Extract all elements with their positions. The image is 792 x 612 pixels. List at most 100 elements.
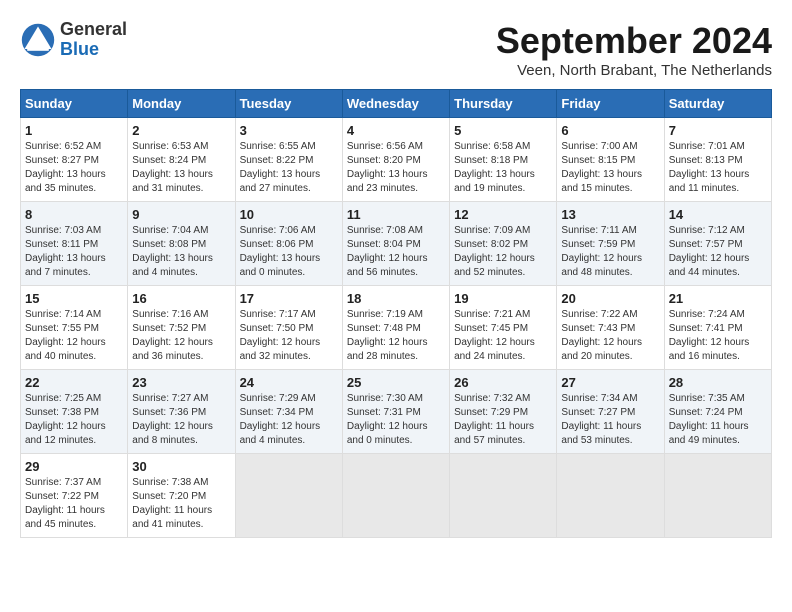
day-info: Sunrise: 7:37 AM Sunset: 7:22 PM Dayligh… (25, 476, 123, 532)
day-number: 21 (669, 291, 767, 306)
day-info: Sunrise: 7:25 AM Sunset: 7:38 PM Dayligh… (25, 392, 123, 448)
calendar-week-5: 29Sunrise: 7:37 AM Sunset: 7:22 PM Dayli… (21, 454, 772, 538)
day-info: Sunrise: 7:03 AM Sunset: 8:11 PM Dayligh… (25, 224, 123, 280)
day-number: 27 (561, 375, 659, 390)
calendar-cell: 12Sunrise: 7:09 AM Sunset: 8:02 PM Dayli… (450, 202, 557, 286)
day-number: 9 (132, 207, 230, 222)
day-number: 4 (347, 123, 445, 138)
day-info: Sunrise: 7:29 AM Sunset: 7:34 PM Dayligh… (240, 392, 338, 448)
weekday-tuesday: Tuesday (235, 90, 342, 118)
calendar-cell: 23Sunrise: 7:27 AM Sunset: 7:36 PM Dayli… (128, 370, 235, 454)
calendar-cell: 17 Sunrise: 7:17 AM Sunset: 7:50 PM Dayli… (235, 286, 342, 370)
weekday-thursday: Thursday (450, 90, 557, 118)
calendar-cell: 21 Sunrise: 7:24 AM Sunset: 7:41 PM Dayli… (664, 286, 771, 370)
day-info: Sunrise: 7:08 AM Sunset: 8:04 PM Dayligh… (347, 224, 445, 280)
title-area: September 2024 Veen, North Brabant, The … (496, 20, 772, 79)
month-year: September 2024 (496, 20, 772, 62)
day-number: 26 (454, 375, 552, 390)
day-info: Sunrise: 7:32 AM Sunset: 7:29 PM Dayligh… (454, 392, 552, 448)
day-number: 25 (347, 375, 445, 390)
calendar-cell: 27 Sunrise: 7:34 AM Sunset: 7:27 PM Dayli… (557, 370, 664, 454)
day-number: 11 (347, 207, 445, 222)
calendar-cell: 13 Sunrise: 7:11 AM Sunset: 7:59 PM Dayli… (557, 202, 664, 286)
day-info: Sunrise: 7:00 AM Sunset: 8:15 PM Dayligh… (561, 140, 659, 196)
calendar-cell: 20 Sunrise: 7:22 AM Sunset: 7:43 PM Dayli… (557, 286, 664, 370)
day-number: 24 (240, 375, 338, 390)
calendar-cell: 11 Sunrise: 7:08 AM Sunset: 8:04 PM Dayli… (342, 202, 449, 286)
day-info: Sunrise: 6:53 AM Sunset: 8:24 PM Dayligh… (132, 140, 230, 196)
day-number: 8 (25, 207, 123, 222)
calendar-cell: 4 Sunrise: 6:56 AM Sunset: 8:20 PM Daylig… (342, 118, 449, 202)
calendar-cell: 16 Sunrise: 7:16 AM Sunset: 7:52 PM Dayli… (128, 286, 235, 370)
day-number: 3 (240, 123, 338, 138)
day-info: Sunrise: 7:22 AM Sunset: 7:43 PM Dayligh… (561, 308, 659, 364)
day-number: 10 (240, 207, 338, 222)
day-info: Sunrise: 7:38 AM Sunset: 7:20 PM Dayligh… (132, 476, 230, 532)
calendar-cell: 15 Sunrise: 7:14 AM Sunset: 7:55 PM Dayli… (21, 286, 128, 370)
calendar-week-3: 15 Sunrise: 7:14 AM Sunset: 7:55 PM Dayli… (21, 286, 772, 370)
day-number: 17 (240, 291, 338, 306)
day-info: Sunrise: 7:19 AM Sunset: 7:48 PM Dayligh… (347, 308, 445, 364)
calendar-cell (450, 454, 557, 538)
location: Veen, North Brabant, The Netherlands (496, 62, 772, 79)
day-info: Sunrise: 6:56 AM Sunset: 8:20 PM Dayligh… (347, 140, 445, 196)
calendar-cell: 14Sunrise: 7:12 AM Sunset: 7:57 PM Dayli… (664, 202, 771, 286)
calendar-cell (235, 454, 342, 538)
day-info: Sunrise: 6:52 AM Sunset: 8:27 PM Dayligh… (25, 140, 123, 196)
day-info: Sunrise: 7:04 AM Sunset: 8:08 PM Dayligh… (132, 224, 230, 280)
day-number: 16 (132, 291, 230, 306)
day-info: Sunrise: 7:24 AM Sunset: 7:41 PM Dayligh… (669, 308, 767, 364)
logo-text: General Blue (60, 20, 127, 60)
day-info: Sunrise: 7:30 AM Sunset: 7:31 PM Dayligh… (347, 392, 445, 448)
day-info: Sunrise: 6:55 AM Sunset: 8:22 PM Dayligh… (240, 140, 338, 196)
logo-icon (20, 22, 56, 58)
calendar-week-1: 1Sunrise: 6:52 AM Sunset: 8:27 PM Daylig… (21, 118, 772, 202)
calendar-cell (342, 454, 449, 538)
calendar-cell: 24 Sunrise: 7:29 AM Sunset: 7:34 PM Dayli… (235, 370, 342, 454)
day-info: Sunrise: 7:27 AM Sunset: 7:36 PM Dayligh… (132, 392, 230, 448)
day-number: 15 (25, 291, 123, 306)
page-header: General Blue September 2024 Veen, North … (20, 20, 772, 79)
calendar-body: 1Sunrise: 6:52 AM Sunset: 8:27 PM Daylig… (21, 118, 772, 538)
day-number: 6 (561, 123, 659, 138)
day-number: 5 (454, 123, 552, 138)
day-info: Sunrise: 6:58 AM Sunset: 8:18 PM Dayligh… (454, 140, 552, 196)
calendar-cell (557, 454, 664, 538)
weekday-wednesday: Wednesday (342, 90, 449, 118)
calendar-cell: 5 Sunrise: 6:58 AM Sunset: 8:18 PM Daylig… (450, 118, 557, 202)
weekday-row: SundayMondayTuesdayWednesdayThursdayFrid… (21, 90, 772, 118)
day-info: Sunrise: 7:21 AM Sunset: 7:45 PM Dayligh… (454, 308, 552, 364)
weekday-friday: Friday (557, 90, 664, 118)
calendar-cell: 9 Sunrise: 7:04 AM Sunset: 8:08 PM Daylig… (128, 202, 235, 286)
calendar-cell: 26 Sunrise: 7:32 AM Sunset: 7:29 PM Dayli… (450, 370, 557, 454)
calendar-cell: 28 Sunrise: 7:35 AM Sunset: 7:24 PM Dayli… (664, 370, 771, 454)
calendar-week-4: 22 Sunrise: 7:25 AM Sunset: 7:38 PM Dayli… (21, 370, 772, 454)
calendar-cell: 10Sunrise: 7:06 AM Sunset: 8:06 PM Dayli… (235, 202, 342, 286)
day-number: 13 (561, 207, 659, 222)
day-number: 7 (669, 123, 767, 138)
calendar-cell: 19 Sunrise: 7:21 AM Sunset: 7:45 PM Dayli… (450, 286, 557, 370)
calendar-cell: 6 Sunrise: 7:00 AM Sunset: 8:15 PM Daylig… (557, 118, 664, 202)
logo-general: General (60, 20, 127, 40)
day-info: Sunrise: 7:34 AM Sunset: 7:27 PM Dayligh… (561, 392, 659, 448)
day-number: 20 (561, 291, 659, 306)
day-info: Sunrise: 7:17 AM Sunset: 7:50 PM Dayligh… (240, 308, 338, 364)
calendar-cell: 2Sunrise: 6:53 AM Sunset: 8:24 PM Daylig… (128, 118, 235, 202)
weekday-monday: Monday (128, 90, 235, 118)
day-number: 18 (347, 291, 445, 306)
day-number: 22 (25, 375, 123, 390)
day-info: Sunrise: 7:14 AM Sunset: 7:55 PM Dayligh… (25, 308, 123, 364)
day-number: 30 (132, 459, 230, 474)
logo-blue: Blue (60, 40, 127, 60)
day-info: Sunrise: 7:09 AM Sunset: 8:02 PM Dayligh… (454, 224, 552, 280)
calendar-cell: 7Sunrise: 7:01 AM Sunset: 8:13 PM Daylig… (664, 118, 771, 202)
day-info: Sunrise: 7:35 AM Sunset: 7:24 PM Dayligh… (669, 392, 767, 448)
calendar-cell: 30 Sunrise: 7:38 AM Sunset: 7:20 PM Dayli… (128, 454, 235, 538)
calendar-cell: 1Sunrise: 6:52 AM Sunset: 8:27 PM Daylig… (21, 118, 128, 202)
day-number: 28 (669, 375, 767, 390)
day-info: Sunrise: 7:11 AM Sunset: 7:59 PM Dayligh… (561, 224, 659, 280)
day-number: 19 (454, 291, 552, 306)
calendar-cell: 18 Sunrise: 7:19 AM Sunset: 7:48 PM Dayli… (342, 286, 449, 370)
day-info: Sunrise: 7:16 AM Sunset: 7:52 PM Dayligh… (132, 308, 230, 364)
calendar-cell (664, 454, 771, 538)
